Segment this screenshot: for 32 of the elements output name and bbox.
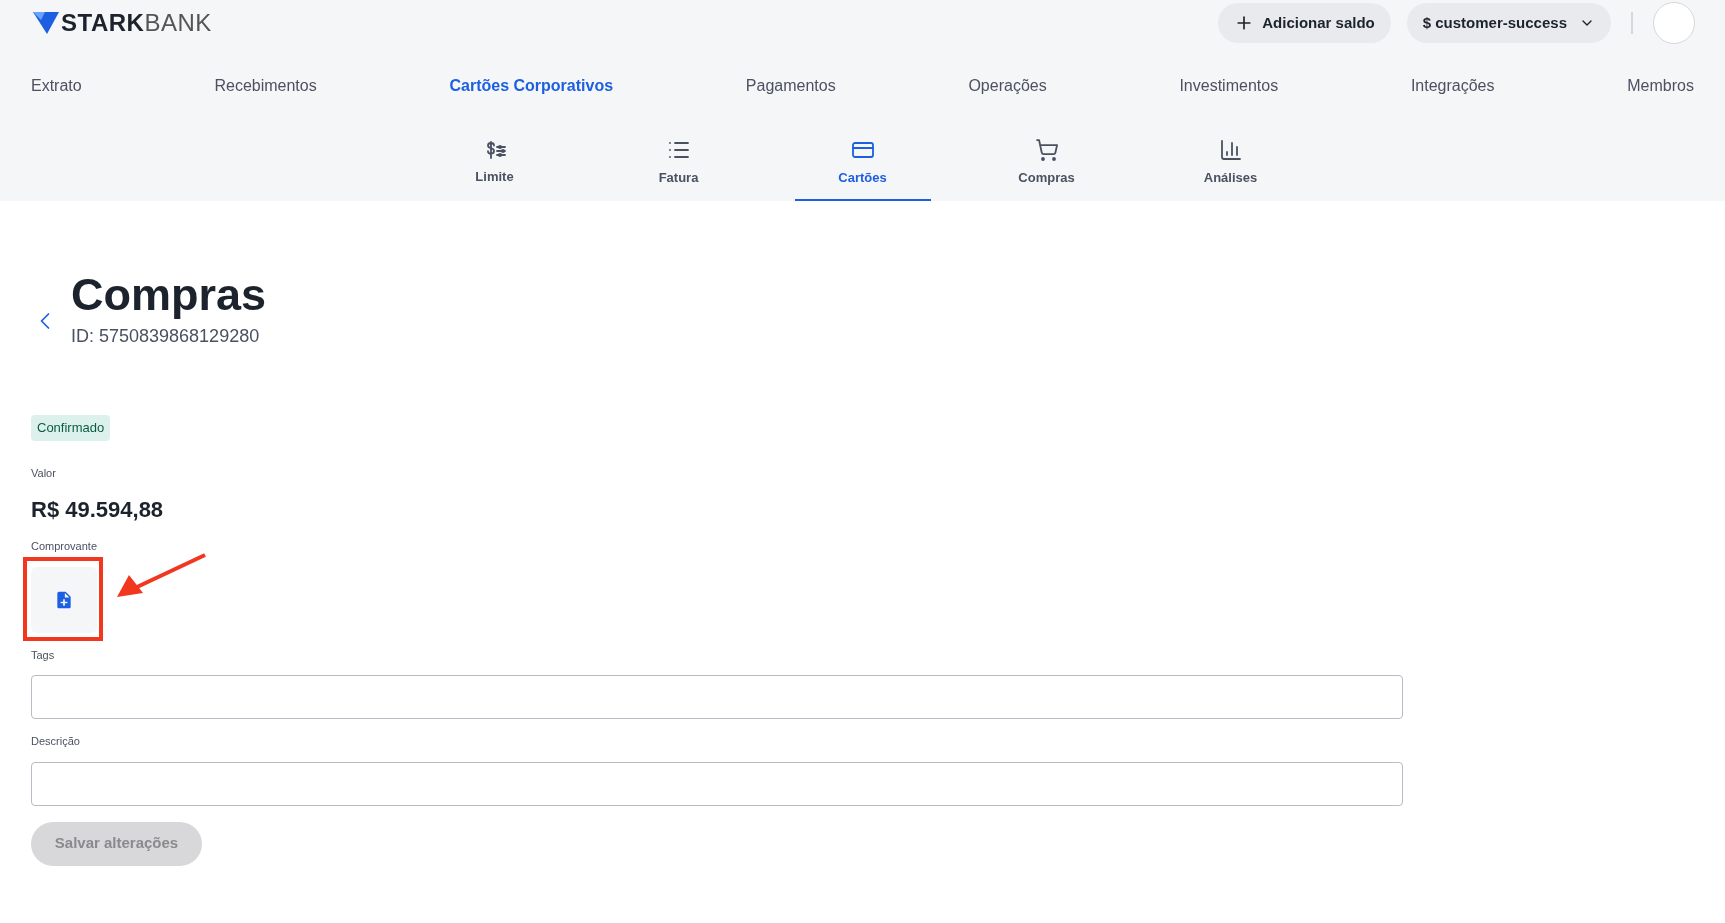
field-label: Descrição xyxy=(31,734,80,749)
nav-link[interactable]: Operações xyxy=(968,74,1047,98)
bar-chart-icon xyxy=(1218,138,1243,163)
nav-link[interactable]: Extrato xyxy=(31,74,82,98)
nav-link[interactable]: Membros xyxy=(1627,74,1694,98)
logo-text: STARKBANK xyxy=(61,8,212,38)
sub-tab[interactable]: Cartões xyxy=(794,127,931,201)
status-badge: Confirmado xyxy=(31,415,111,441)
sub-tab[interactable]: Limite xyxy=(426,127,563,201)
page-title: Compras xyxy=(71,268,267,322)
sub-tab[interactable]: Fatura xyxy=(610,127,747,201)
nav-link[interactable]: Integrações xyxy=(1410,74,1495,98)
receipt-label: Comprovante xyxy=(31,539,98,554)
text-field[interactable] xyxy=(31,761,1403,806)
sub-tab[interactable]: Compras xyxy=(978,127,1115,201)
field-label: Tags xyxy=(31,647,55,663)
nav-link[interactable]: Recebimentos xyxy=(214,74,317,98)
receipt-upload-button[interactable] xyxy=(31,566,97,633)
purchase-id: ID: 5750839868129280 xyxy=(71,325,261,348)
amount-label: Valor xyxy=(31,465,56,481)
avatar[interactable] xyxy=(1653,2,1695,44)
logo-icon xyxy=(33,12,59,34)
sub-tab[interactable]: Análises xyxy=(1162,127,1299,201)
file-plus-icon xyxy=(54,589,74,610)
text-field[interactable] xyxy=(31,675,1403,719)
nav-link[interactable]: Pagamentos xyxy=(745,74,836,98)
nav-link[interactable]: Investimentos xyxy=(1179,74,1279,98)
workspace-button[interactable]: $ customer-success xyxy=(1406,3,1611,43)
shopping-cart-icon xyxy=(1034,138,1059,163)
add-balance-button[interactable]: Adicionar saldo xyxy=(1218,3,1391,43)
nav-link[interactable]: Cartões Corporativos xyxy=(449,74,614,98)
amount-value: R$ 49.594,88 xyxy=(31,496,164,524)
